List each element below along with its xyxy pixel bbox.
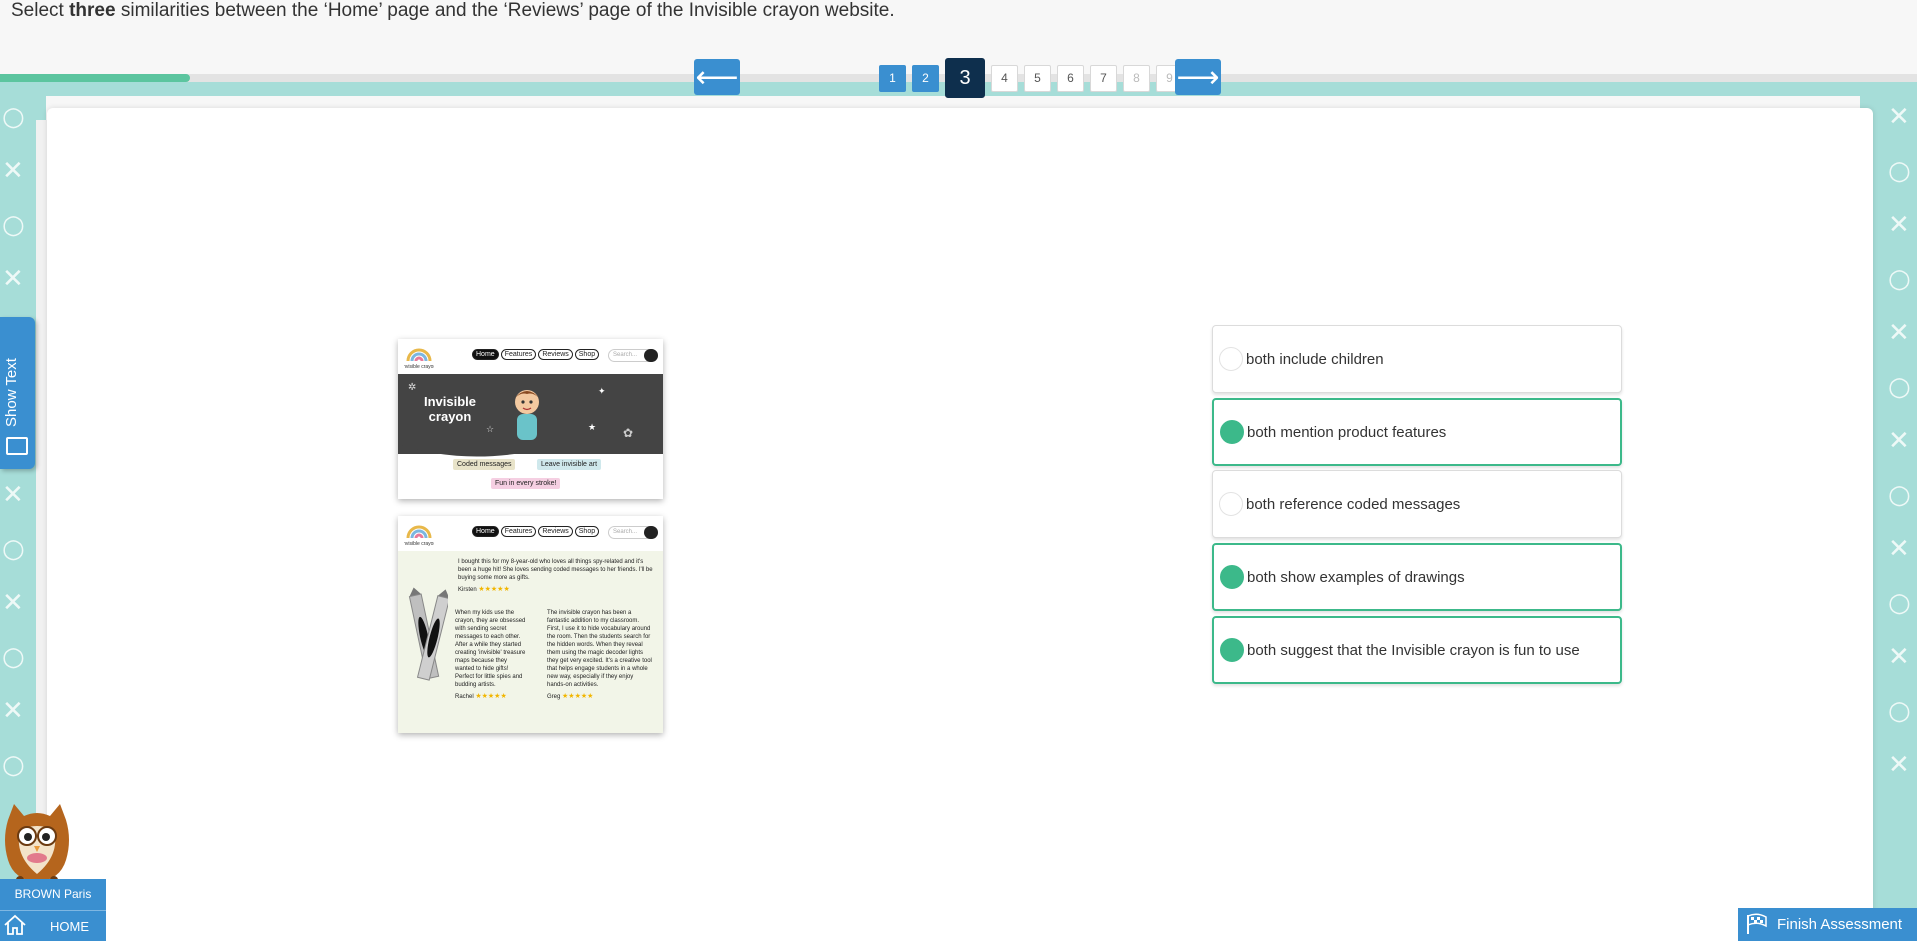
show-text-tab[interactable]: Show Text [0,317,35,469]
finish-assessment-label: Finish Assessment [1777,916,1903,933]
page-button-1[interactable]: 1 [879,64,906,92]
answer-option-label: both suggest that the Invisible crayon i… [1247,641,1580,659]
search-icon [644,349,658,362]
user-name: BROWN Paris [14,887,92,901]
home-mini-link-shop: Shop [574,349,600,360]
page-button-2[interactable]: 2 [912,64,939,92]
reviews-mini-link-features: Features [500,526,537,537]
review-3: The invisible crayon has been a fantasti… [547,610,652,700]
page-button-7[interactable]: 7 [1090,64,1117,92]
text-panel-icon [6,437,28,455]
page-button-6[interactable]: 6 [1057,64,1084,92]
finish-assessment-button[interactable]: Finish Assessment [1738,908,1917,941]
answer-option-label: both show examples of drawings [1247,568,1465,586]
svg-text:Invisible crayon: Invisible crayon [404,364,434,370]
answer-option-4[interactable]: both show examples of drawings [1212,543,1622,611]
home-icon[interactable] [3,913,27,937]
question-pager: 123456789 [879,58,1183,98]
hero-wave [398,444,663,457]
crayon-illustration [408,587,448,681]
svg-text:Invisible crayon: Invisible crayon [404,541,434,547]
answer-option-label: both include children [1246,350,1384,368]
chip-leave-invisible-art: Leave invisible art [537,459,602,470]
reviews-page-screenshot: Invisible crayon Home Features Reviews S… [398,516,663,733]
page-button-4[interactable]: 4 [991,64,1018,92]
hero-title: Invisible crayon [423,394,477,424]
user-divider [0,910,106,911]
answer-option-1[interactable]: both include children [1212,325,1622,393]
search-icon [644,526,658,539]
answer-option-3[interactable]: both reference coded messages [1212,470,1622,538]
question-text: Select three similarities between the ‘H… [11,0,895,21]
home-page-screenshot: Invisible crayon Home Features Reviews S… [398,339,663,499]
answer-option-2[interactable]: both mention product features [1212,398,1622,466]
radio-selected-icon[interactable] [1220,420,1244,444]
answer-option-label: both mention product features [1247,423,1447,441]
question-emphasis: three [69,0,116,21]
progress-fill [0,74,190,82]
home-mini-link-features: Features [500,349,537,360]
chip-fun-in-every-stroke: Fun in every stroke! [491,478,561,489]
rainbow-logo-icon: Invisible crayon [404,525,434,547]
home-mini-link-reviews: Reviews [538,349,573,360]
answer-option-label: both reference coded messages [1246,495,1461,513]
arrow-left-icon: ⟵ [695,59,739,95]
page-button-3[interactable]: 3 [945,58,985,98]
radio-empty-icon[interactable] [1219,492,1243,516]
page-button-5[interactable]: 5 [1024,64,1051,92]
user-panel: BROWN Paris HOME [0,879,106,941]
home-mini-link-home: Home [472,349,499,360]
rainbow-logo-icon: Invisible crayon [404,348,434,370]
reviews-mini-link-shop: Shop [574,526,600,537]
page-button-8[interactable]: 8 [1123,64,1150,92]
home-hero-banner: Invisible crayon ✲ ✦ ★ ✿ ☆ [398,374,663,454]
show-text-label: Show Text [3,358,20,427]
radio-selected-icon[interactable] [1220,638,1244,662]
home-link[interactable]: HOME [50,919,89,934]
reviews-mini-nav: Invisible crayon Home Features Reviews S… [398,516,663,551]
checkered-flag-icon [1747,913,1767,934]
radio-empty-icon[interactable] [1219,347,1243,371]
answer-option-5[interactable]: both suggest that the Invisible crayon i… [1212,616,1622,684]
chip-coded-messages: Coded messages [453,459,516,470]
next-question-button[interactable]: ⟶ [1175,59,1221,95]
radio-selected-icon[interactable] [1220,565,1244,589]
owl-mascot-icon [5,804,69,884]
home-mini-nav: Invisible crayon Home Features Reviews S… [398,339,663,374]
previous-question-button[interactable]: ⟵ [694,59,740,95]
arrow-right-icon: ⟶ [1176,59,1220,95]
child-illustration [515,390,539,440]
reviews-mini-link-reviews: Reviews [538,526,573,537]
review-1: I bought this for my 8-year-old who love… [458,559,653,593]
review-2: When my kids use the crayon, they are ob… [455,610,526,700]
reviews-mini-link-home: Home [472,526,499,537]
